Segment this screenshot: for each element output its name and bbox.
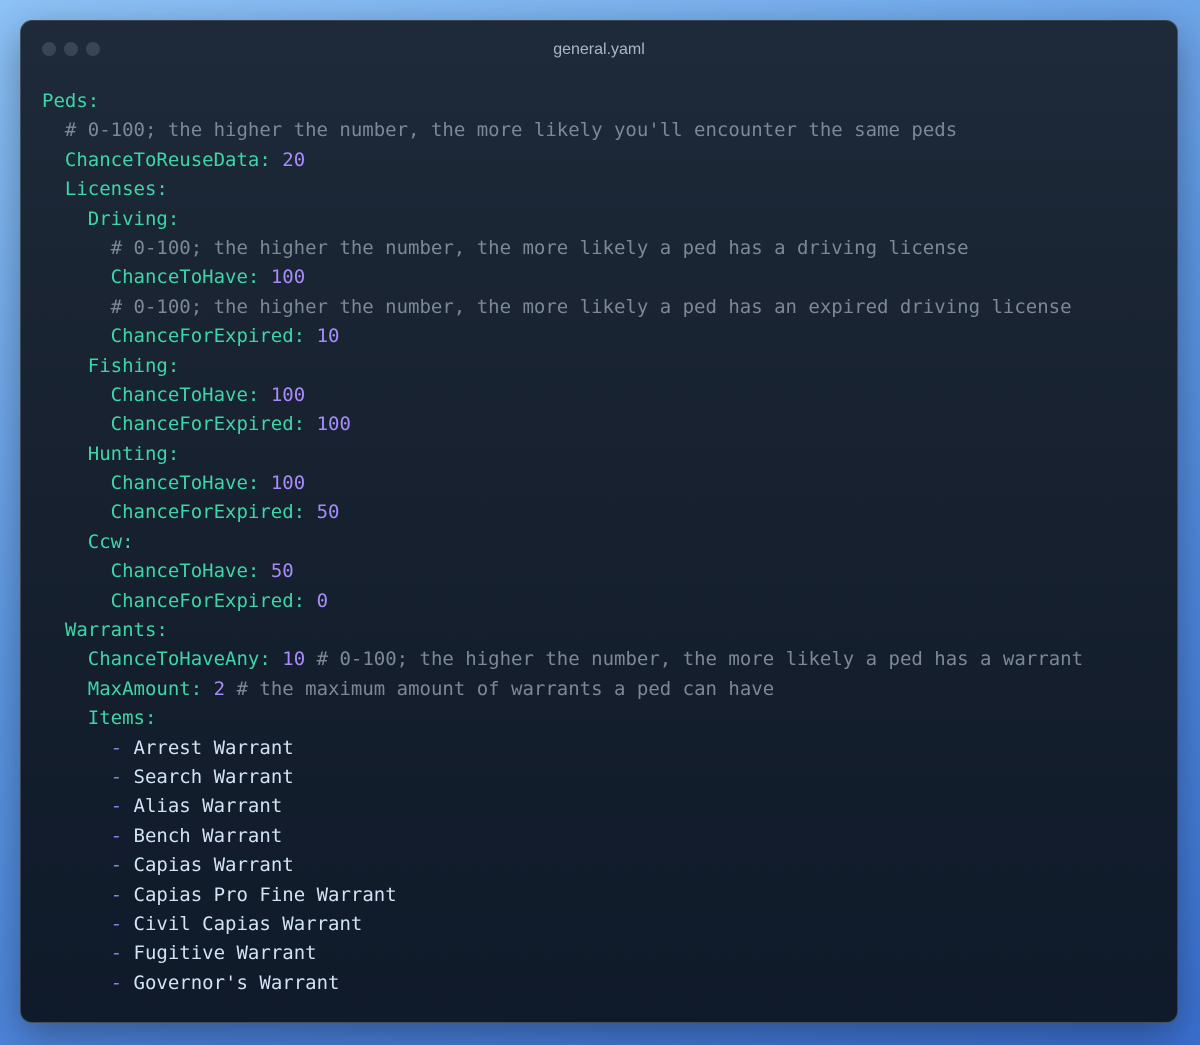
warrant-item: Governor's Warrant <box>133 971 340 994</box>
yaml-key: Ccw: <box>87 530 134 553</box>
code-line: ChanceForExpired: 10 <box>42 322 1083 351</box>
warrant-item: Bench Warrant <box>133 824 283 847</box>
code-line: Hunting: <box>42 440 1083 469</box>
code-line: ChanceToReuseData: 20 <box>42 146 1083 175</box>
warrant-item: Civil Capias Warrant <box>133 912 363 935</box>
code-line: # 0-100; the higher the number, the more… <box>42 234 1083 263</box>
list-dash: - <box>110 942 123 965</box>
code-line: ChanceForExpired: 0 <box>42 587 1083 616</box>
warrant-item: Fugitive Warrant <box>133 942 317 965</box>
list-dash: - <box>110 854 123 877</box>
code-line: Driving: <box>42 205 1083 234</box>
code-line: ChanceToHave: 100 <box>42 263 1083 292</box>
yaml-key: Licenses: <box>64 178 168 201</box>
yaml-value: 10 <box>282 648 306 671</box>
list-item: - Alias Warrant <box>42 792 1083 821</box>
code-line: # 0-100; the higher the number, the more… <box>42 116 1083 145</box>
editor-window: general.yaml Peds: # 0-100; the higher t… <box>20 20 1178 1023</box>
list-item: - Search Warrant <box>42 763 1083 792</box>
list-item: - Bench Warrant <box>42 822 1083 851</box>
yaml-comment: # 0-100; the higher the number, the more… <box>316 648 1084 671</box>
code-line: Ccw: <box>42 528 1083 557</box>
yaml-key: ChanceToHave: <box>110 472 260 495</box>
list-item: - Fugitive Warrant <box>42 939 1083 968</box>
code-line: Fishing: <box>42 352 1083 381</box>
code-line: ChanceForExpired: 100 <box>42 410 1083 439</box>
code-line: Peds: <box>42 87 1083 116</box>
warrant-item: Capias Warrant <box>133 854 294 877</box>
warrant-item: Search Warrant <box>133 765 294 788</box>
yaml-value: 100 <box>316 413 351 436</box>
list-dash: - <box>110 736 123 759</box>
list-item: - Capias Pro Fine Warrant <box>42 881 1083 910</box>
yaml-value: 50 <box>316 501 340 524</box>
warrant-item: Alias Warrant <box>133 795 283 818</box>
code-line: Warrants: <box>42 616 1083 645</box>
list-dash: - <box>110 824 123 847</box>
list-dash: - <box>110 795 123 818</box>
code-line: ChanceToHave: 100 <box>42 381 1083 410</box>
yaml-value: 100 <box>270 266 306 289</box>
yaml-key: Peds: <box>42 90 100 112</box>
code-block: Peds: # 0-100; the higher the number, th… <box>42 87 1083 998</box>
yaml-value: 0 <box>316 589 329 612</box>
yaml-key: ChanceToHave: <box>110 383 260 406</box>
list-dash: - <box>110 765 123 788</box>
yaml-key: ChanceForExpired: <box>110 589 306 612</box>
yaml-comment: # 0-100; the higher the number, the more… <box>110 236 969 259</box>
yaml-key: Hunting: <box>87 442 180 465</box>
yaml-comment: # 0-100; the higher the number, the more… <box>64 119 958 142</box>
code-line: Licenses: <box>42 175 1083 204</box>
code-line: ChanceToHave: 100 <box>42 469 1083 498</box>
yaml-key: ChanceForExpired: <box>110 501 306 524</box>
yaml-comment: # the maximum amount of warrants a ped c… <box>236 677 775 700</box>
list-dash: - <box>110 883 123 906</box>
yaml-key: ChanceForExpired: <box>110 413 306 436</box>
yaml-key: Fishing: <box>87 354 180 377</box>
yaml-key: MaxAmount: <box>87 677 203 700</box>
yaml-value: 100 <box>270 472 306 495</box>
yaml-value: 100 <box>270 383 306 406</box>
yaml-key: ChanceForExpired: <box>110 325 306 348</box>
yaml-key: Driving: <box>87 207 180 230</box>
title-bar: general.yaml <box>21 21 1177 81</box>
code-line: # 0-100; the higher the number, the more… <box>42 293 1083 322</box>
yaml-value: 20 <box>282 148 306 171</box>
yaml-value: 50 <box>270 560 294 583</box>
list-item: - Capias Warrant <box>42 851 1083 880</box>
warrant-item: Arrest Warrant <box>133 736 294 759</box>
code-line: MaxAmount: 2 # the maximum amount of war… <box>42 675 1083 704</box>
list-dash: - <box>110 912 123 935</box>
yaml-key: ChanceToHave: <box>110 560 260 583</box>
yaml-key: Warrants: <box>64 619 168 642</box>
list-item: - Governor's Warrant <box>42 969 1083 998</box>
code-line: ChanceToHaveAny: 10 # 0-100; the higher … <box>42 645 1083 674</box>
list-item: - Arrest Warrant <box>42 734 1083 763</box>
yaml-value: 2 <box>213 677 226 700</box>
code-line: ChanceForExpired: 50 <box>42 498 1083 527</box>
list-item: - Civil Capias Warrant <box>42 910 1083 939</box>
yaml-key: ChanceToReuseData: <box>64 148 271 171</box>
yaml-value: 10 <box>316 325 340 348</box>
warrant-item: Capias Pro Fine Warrant <box>133 883 397 906</box>
yaml-key: ChanceToHaveAny: <box>87 648 271 671</box>
list-dash: - <box>110 971 123 994</box>
code-line: Items: <box>42 704 1083 733</box>
yaml-comment: # 0-100; the higher the number, the more… <box>110 295 1072 318</box>
code-line: ChanceToHave: 50 <box>42 557 1083 586</box>
yaml-key: Items: <box>87 707 157 730</box>
window-title: general.yaml <box>553 41 645 58</box>
yaml-key: ChanceToHave: <box>110 266 260 289</box>
